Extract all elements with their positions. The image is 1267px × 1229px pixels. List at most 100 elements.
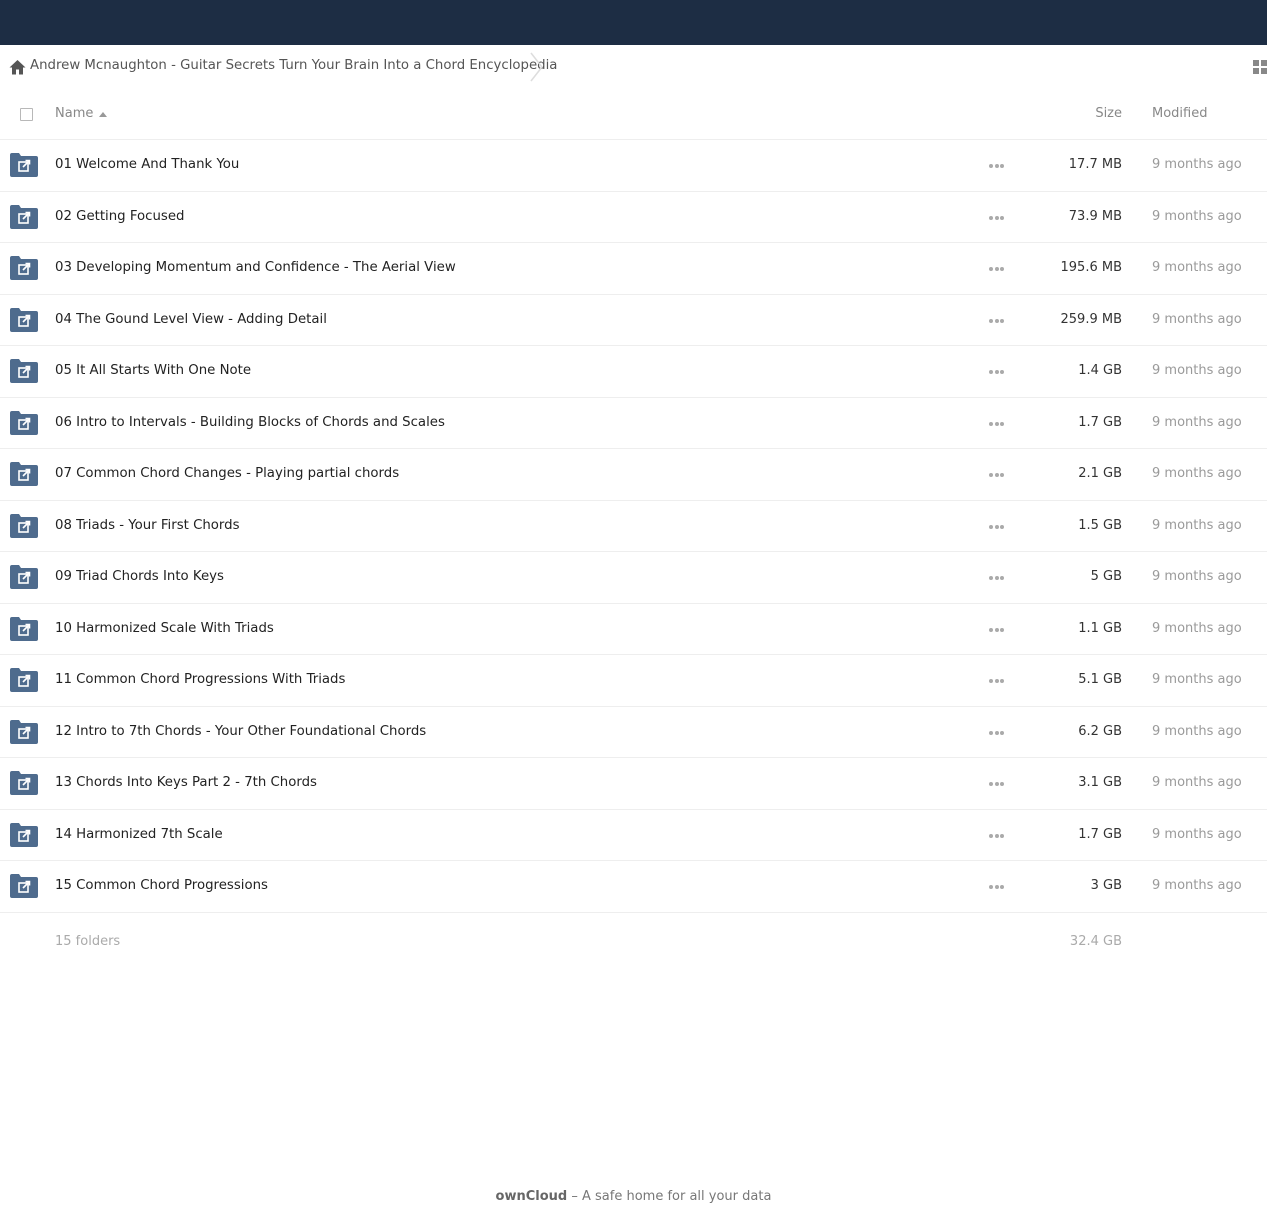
sort-ascending-icon[interactable] xyxy=(99,112,107,117)
folder-name[interactable]: 14 Harmonized 7th Scale xyxy=(55,827,223,842)
folder-name[interactable]: 11 Common Chord Progressions With Triads xyxy=(55,672,345,687)
table-row[interactable]: 12 Intro to 7th Chords - Your Other Foun… xyxy=(0,707,1267,758)
folder-size: 1.7 GB xyxy=(1078,414,1122,430)
folder-name[interactable]: 10 Harmonized Scale With Triads xyxy=(55,621,274,636)
table-row[interactable]: 07 Common Chord Changes - Playing partia… xyxy=(0,449,1267,501)
more-actions-icon[interactable] xyxy=(989,679,1006,684)
footer-tagline: – A safe home for all your data xyxy=(567,1189,772,1204)
more-actions-icon[interactable] xyxy=(989,473,1006,478)
more-actions-icon[interactable] xyxy=(989,164,1006,169)
folder-size: 1.4 GB xyxy=(1078,363,1122,378)
table-row[interactable]: 05 It All Starts With One Note 1.4 GB 9 mo… xyxy=(0,346,1267,398)
shared-folder-icon xyxy=(10,668,38,692)
breadcrumb-current-folder[interactable]: Andrew Mcnaughton - Guitar Secrets Turn … xyxy=(30,58,557,73)
folder-name[interactable]: 01 Welcome And Thank You xyxy=(55,157,239,172)
table-row[interactable]: 06 Intro to Intervals - Building Blocks … xyxy=(0,398,1267,449)
table-row[interactable]: 14 Harmonized 7th Scale 1.7 GB 9 months ag… xyxy=(0,810,1267,861)
folder-size: 73.9 MB xyxy=(1068,208,1122,224)
folder-name[interactable]: 06 Intro to Intervals - Building Blocks … xyxy=(55,415,445,430)
folder-name[interactable]: 03 Developing Momentum and Confidence - … xyxy=(55,260,456,275)
table-row[interactable]: 15 Common Chord Progressions 3 GB 9 months… xyxy=(0,861,1267,913)
home-icon[interactable] xyxy=(9,59,26,75)
folder-name[interactable]: 07 Common Chord Changes - Playing partia… xyxy=(55,466,399,481)
table-row[interactable]: 02 Getting Focused 73.9 MB 9 months ago xyxy=(0,192,1267,243)
folder-modified: 9 months ago xyxy=(1152,466,1242,481)
folder-name[interactable]: 13 Chords Into Keys Part 2 - 7th Chords xyxy=(55,775,317,790)
folder-modified: 9 months ago xyxy=(1152,208,1242,224)
more-actions-icon[interactable] xyxy=(989,267,1006,272)
folder-size: 5.1 GB xyxy=(1078,672,1122,687)
table-row[interactable]: 10 Harmonized Scale With Triads 1.1 GB 9 m… xyxy=(0,604,1267,655)
folder-name[interactable]: 05 It All Starts With One Note xyxy=(55,363,251,378)
shared-folder-icon xyxy=(10,204,38,229)
more-actions-icon[interactable] xyxy=(989,215,1006,221)
footer: ownCloud – A safe home for all your data xyxy=(0,1189,1267,1204)
folder-name[interactable]: 09 Triad Chords Into Keys xyxy=(55,569,224,584)
shared-folder-icon xyxy=(10,874,38,898)
table-row[interactable]: 08 Triads - Your First Chords 1.5 GB 9 mon… xyxy=(0,501,1267,552)
folder-size: 3 GB xyxy=(1090,878,1122,893)
footer-brand: ownCloud xyxy=(495,1189,568,1204)
folder-size: 6.2 GB xyxy=(1078,723,1122,739)
table-row[interactable]: 13 Chords Into Keys Part 2 - 7th Chords 3… xyxy=(0,758,1267,810)
shared-folder-icon xyxy=(10,153,38,177)
table-row[interactable]: 03 Developing Momentum and Confidence - … xyxy=(0,243,1267,295)
shared-folder-icon xyxy=(10,719,38,744)
shared-folder-icon xyxy=(10,307,38,332)
folder-name[interactable]: 02 Getting Focused xyxy=(55,209,184,224)
select-all-checkbox[interactable] xyxy=(20,108,33,121)
more-actions-icon[interactable] xyxy=(989,730,1006,736)
more-actions-icon[interactable] xyxy=(989,370,1006,375)
folder-name[interactable]: 04 The Gound Level View - Adding Detail xyxy=(55,312,327,327)
grid-view-icon[interactable] xyxy=(1253,60,1267,74)
table-row[interactable]: 04 The Gound Level View - Adding Detail 2… xyxy=(0,295,1267,346)
folder-modified: 9 months ago xyxy=(1152,826,1242,842)
shared-folder-icon xyxy=(10,822,38,847)
column-header-name[interactable]: Name xyxy=(55,106,93,121)
more-actions-icon[interactable] xyxy=(989,833,1006,839)
folder-size: 259.9 MB xyxy=(1060,311,1122,327)
more-actions-icon[interactable] xyxy=(989,782,1006,787)
folder-modified: 9 months ago xyxy=(1152,260,1242,275)
shared-folder-icon xyxy=(10,462,38,486)
shared-folder-icon xyxy=(10,565,38,589)
folder-size: 1.7 GB xyxy=(1078,826,1122,842)
folder-modified: 9 months ago xyxy=(1152,363,1242,378)
more-actions-icon[interactable] xyxy=(989,421,1006,427)
more-actions-icon[interactable] xyxy=(989,576,1006,581)
breadcrumb-separator-icon xyxy=(530,52,543,82)
more-actions-icon[interactable] xyxy=(989,524,1006,530)
folder-size: 195.6 MB xyxy=(1060,260,1122,275)
more-actions-icon[interactable] xyxy=(989,885,1006,890)
folder-size: 17.7 MB xyxy=(1068,157,1122,172)
controls-bar: Andrew Mcnaughton - Guitar Secrets Turn … xyxy=(0,45,1267,89)
folder-size: 1.1 GB xyxy=(1078,620,1122,636)
folder-modified: 9 months ago xyxy=(1152,311,1242,327)
table-row[interactable]: 01 Welcome And Thank You 17.7 MB 9 months … xyxy=(0,140,1267,192)
folder-size: 2.1 GB xyxy=(1078,466,1122,481)
shared-folder-icon xyxy=(10,359,38,383)
folder-modified: 9 months ago xyxy=(1152,569,1242,584)
folder-name[interactable]: 12 Intro to 7th Chords - Your Other Foun… xyxy=(55,724,426,739)
more-actions-icon[interactable] xyxy=(989,627,1006,633)
shared-folder-icon xyxy=(10,410,38,435)
folder-modified: 9 months ago xyxy=(1152,620,1242,636)
column-header-modified[interactable]: Modified xyxy=(1152,106,1207,121)
shared-folder-icon xyxy=(10,771,38,795)
folder-name[interactable]: 08 Triads - Your First Chords xyxy=(55,518,240,533)
table-row[interactable]: 09 Triad Chords Into Keys 5 GB 9 months ag… xyxy=(0,552,1267,604)
folder-name[interactable]: 15 Common Chord Progressions xyxy=(55,878,268,893)
folder-modified: 9 months ago xyxy=(1152,414,1242,430)
folder-size: 1.5 GB xyxy=(1078,517,1122,533)
folder-modified: 9 months ago xyxy=(1152,517,1242,533)
more-actions-icon[interactable] xyxy=(989,318,1006,324)
summary-folder-count: 15 folders xyxy=(55,934,121,949)
folder-modified: 9 months ago xyxy=(1152,157,1242,172)
column-header-size[interactable]: Size xyxy=(1095,106,1122,121)
folder-modified: 9 months ago xyxy=(1152,775,1242,790)
folder-size: 3.1 GB xyxy=(1078,775,1122,790)
folder-modified: 9 months ago xyxy=(1152,672,1242,687)
table-row[interactable]: 11 Common Chord Progressions With Triads… xyxy=(0,655,1267,707)
folder-size: 5 GB xyxy=(1090,569,1122,584)
folder-modified: 9 months ago xyxy=(1152,723,1242,739)
